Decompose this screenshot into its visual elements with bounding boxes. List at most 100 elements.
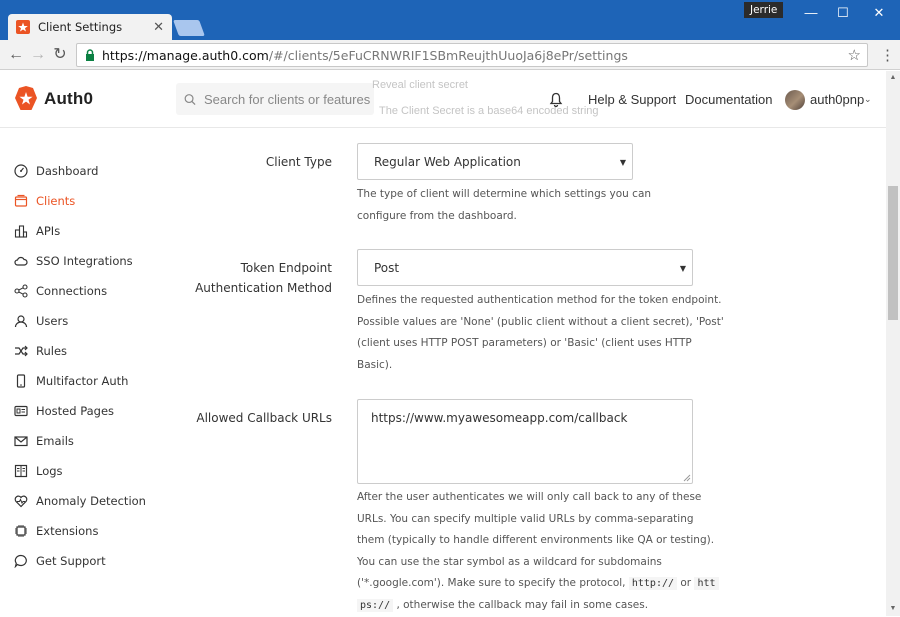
help-line: configure from the dashboard. [357,209,517,222]
browser-tab[interactable]: Client Settings ✕ [8,14,172,40]
client-type-label: Client Type [265,155,332,169]
sidebar-item-label: Extensions [36,524,99,538]
cloud-icon [14,256,28,266]
sidebar-item-label: Emails [36,434,74,448]
token-endpoint-select[interactable]: Post ▼ [357,249,693,286]
documentation-link[interactable]: Documentation [685,92,772,107]
sidebar-item-label: Hosted Pages [36,404,115,418]
code-http: http:// [628,577,678,591]
logs-icon [14,464,28,478]
scroll-down-icon[interactable]: ▼ [886,602,900,616]
tab-close-icon[interactable]: ✕ [153,19,164,35]
sidebar-item-label: Anomaly Detection [36,494,146,508]
notification-bell-icon[interactable] [549,92,563,108]
address-bar[interactable]: https://manage.auth0.com/#/clients/5eFuC… [76,43,868,67]
forward-arrow-icon[interactable]: → [28,45,48,65]
token-endpoint-help: Defines the requested authentication met… [357,290,724,376]
client-type-select[interactable]: Regular Web Application ▼ [357,143,633,180]
sidebar-item-apis[interactable]: APIs [14,221,60,241]
token-endpoint-label-line1: Token Endpoint [240,261,332,275]
sidebar-item-extensions[interactable]: Extensions [14,521,98,541]
browser-toolbar: ← → ↻ https://manage.auth0.com/#/clients… [0,40,900,70]
help-line: You can use the star symbol as a wildcar… [357,555,662,568]
sidebar-item-label: Rules [36,344,68,358]
reveal-secret-ghost-text: Reveal client secret [372,79,468,91]
help-support-link[interactable]: Help & Support [588,92,676,107]
new-tab-button[interactable] [173,20,205,36]
close-window-button[interactable]: ✕ [864,4,894,22]
tab-title: Client Settings [38,20,123,34]
phone-icon [16,374,26,388]
sidebar-item-label: Get Support [36,554,106,568]
scrollbar-thumb[interactable] [888,186,898,320]
scroll-up-icon[interactable]: ▲ [886,71,900,85]
help-line: Defines the requested authentication met… [357,294,722,306]
rules-icon [15,345,28,357]
sidebar-item-multifactor-auth[interactable]: Multifactor Auth [14,371,128,391]
help-line: After the user authenticates we will onl… [357,491,702,503]
sidebar-item-label: Clients [36,194,76,208]
sidebar-item-label: Multifactor Auth [36,374,129,388]
help-line: ps:// , otherwise the callback may fail … [357,595,719,617]
callback-urls-label: Allowed Callback URLs [196,411,332,425]
caret-down-icon: ▼ [619,158,626,167]
chat-icon [14,554,27,568]
minimize-button[interactable]: — [796,4,826,22]
clients-icon [14,194,28,207]
users-icon [14,315,28,328]
reload-icon[interactable]: ↻ [50,45,70,65]
sidebar-item-rules[interactable]: Rules [14,341,67,361]
token-endpoint-label-line2: Authentication Method [195,281,332,295]
sidebar-item-label: SSO Integrations [36,254,133,268]
chevron-down-icon[interactable]: ⌄ [864,94,872,105]
help-line: The type of client will determine which … [357,188,652,200]
code-https-part1: htt [694,577,719,591]
code-https-part2: ps:// [357,598,394,612]
apis-icon [14,225,28,238]
profile-chip[interactable]: Jerrie [744,2,784,18]
sidebar-item-label: Users [36,314,69,328]
sidebar-item-sso-integrations[interactable]: SSO Integrations [14,251,133,271]
scrollbar-track[interactable] [886,71,900,616]
bookmark-star-icon[interactable]: ☆ [848,46,861,64]
back-arrow-icon[interactable]: ← [6,45,26,65]
search-input[interactable] [204,91,374,107]
url-path: /#/clients/5eFuCRNWRIF1SBmReujthUuoJa6j8… [268,47,628,63]
help-line: (client uses HTTP POST parameters) or 'B… [357,337,692,350]
help-text: ('*.google.com'). Make sure to specify t… [357,577,626,590]
sidebar-item-logs[interactable]: Logs [14,461,63,481]
help-line: Basic). [357,358,393,371]
email-icon [14,436,28,447]
token-endpoint-value: Post [374,260,400,275]
avatar[interactable] [785,90,805,110]
sidebar-item-connections[interactable]: Connections [14,281,107,301]
sidebar-item-dashboard[interactable]: Dashboard [14,161,98,181]
search-box[interactable] [176,83,374,115]
help-text: , otherwise the callback may fail in som… [396,598,649,611]
search-icon [184,93,196,105]
sidebar-item-hosted-pages[interactable]: Hosted Pages [14,401,114,421]
resize-handle-icon[interactable] [683,474,691,482]
connections-icon [14,284,28,298]
logo[interactable]: Auth0 [14,86,93,112]
sidebar-item-anomaly-detection[interactable]: Anomaly Detection [14,491,146,511]
heart-icon [14,495,28,508]
browser-titlebar: Client Settings ✕ Jerrie — ☐ ✕ [0,0,900,40]
callback-urls-textarea[interactable]: https://www.myawesomeapp.com/callback [357,399,693,484]
caret-down-icon: ▼ [679,264,686,273]
auth0-logo-icon [15,86,37,110]
dashboard-icon [14,164,28,178]
app-header: Auth0 Reveal client secret The Client Se… [0,71,886,128]
logo-text: Auth0 [44,89,94,108]
callback-urls-help: After the user authenticates we will onl… [357,487,719,617]
sidebar-item-get-support[interactable]: Get Support [14,551,106,571]
maximize-button[interactable]: ☐ [828,4,858,22]
username[interactable]: auth0pnp [810,92,864,107]
client-type-help: The type of client will determine which … [357,184,651,227]
help-line: URLs. You can specify multiple valid URL… [357,512,694,525]
sidebar-item-users[interactable]: Users [14,311,68,331]
sidebar-item-emails[interactable]: Emails [14,431,74,451]
sidebar-item-clients[interactable]: Clients [14,191,75,211]
hosted-pages-icon [14,405,28,417]
browser-menu-icon[interactable]: ⋮ [880,46,895,64]
